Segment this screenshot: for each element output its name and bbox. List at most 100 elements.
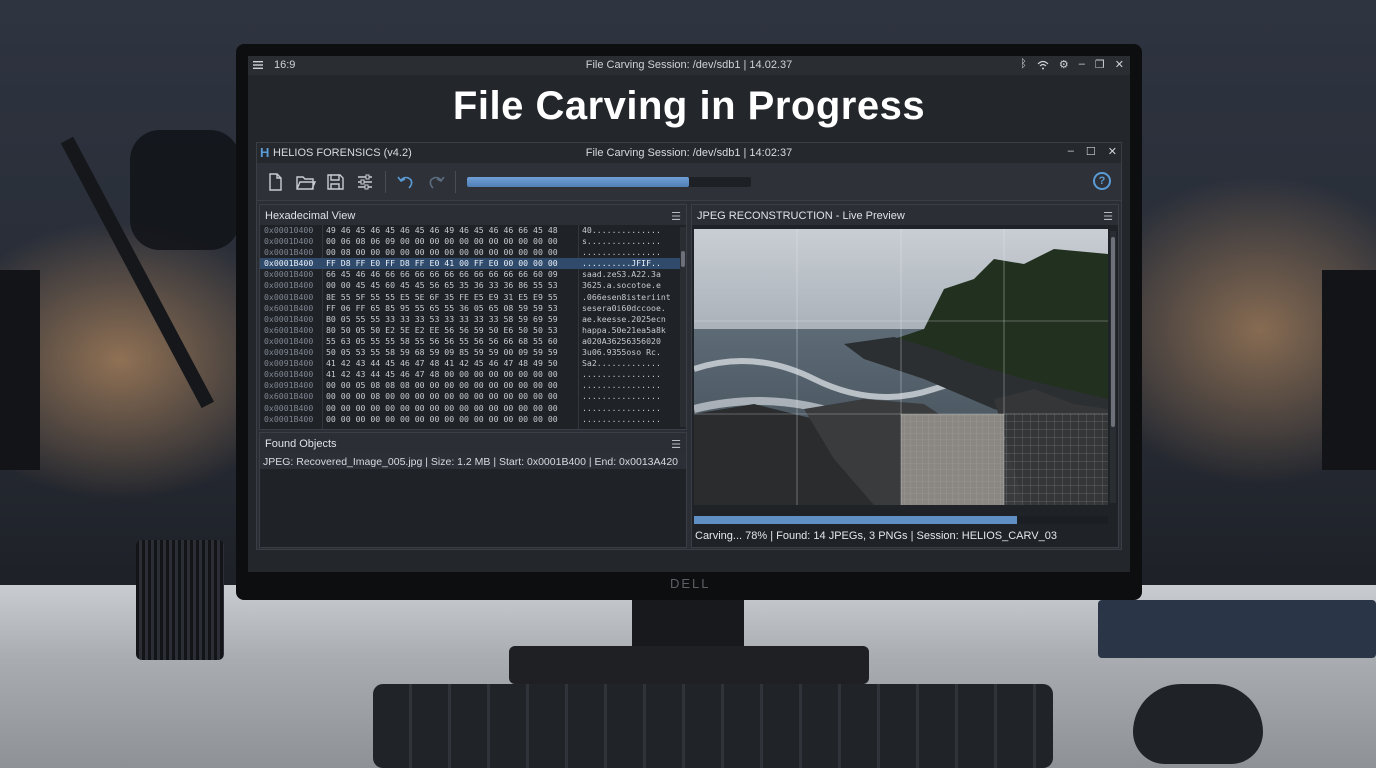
hex-ascii: a020A36256356020 <box>582 335 661 346</box>
minimize-icon[interactable]: – <box>1068 145 1074 158</box>
settings-sliders-icon[interactable] <box>354 171 376 193</box>
hex-ascii: Sa2............. <box>582 358 661 369</box>
wifi-icon[interactable] <box>1037 58 1049 72</box>
hex-offset: 0x6001B400 <box>264 302 314 313</box>
preview-progress-bar <box>694 516 1108 524</box>
carving-status-text: Carving... 78% | Found: 14 JPEGs, 3 PNGs… <box>695 530 1057 542</box>
settings-icon[interactable]: ⚙ <box>1059 58 1069 72</box>
desk-lamp-head <box>130 130 240 250</box>
keyboard <box>373 684 1053 768</box>
hex-ascii: s............... <box>582 236 661 247</box>
jpeg-preview-header: JPEG RECONSTRUCTION - Live Preview ☰ <box>692 205 1118 225</box>
toolbar-separator <box>455 171 456 193</box>
close-icon[interactable]: ✕ <box>1108 145 1117 158</box>
hex-bytes: 8E 55 5F 55 55 E5 5E 6F 35 FE E5 E9 31 E… <box>326 291 558 302</box>
hex-offset: 0x0001B400 <box>264 280 314 291</box>
os-window-title: File Carving Session: /dev/sdb1 | 14.02.… <box>585 59 793 71</box>
help-icon[interactable]: ? <box>1093 172 1111 190</box>
hex-row[interactable]: 0x00010400 49 46 45 46 45 46 45 46 49 46 … <box>260 225 686 236</box>
hex-row[interactable]: 0x0001D400 00 06 08 06 09 00 00 00 00 00 … <box>260 236 686 247</box>
hex-bytes: 49 46 45 46 45 46 45 46 49 46 45 46 46 6… <box>326 225 558 235</box>
hex-bytes: B0 05 55 55 33 33 33 53 33 33 33 33 58 5… <box>326 313 558 324</box>
pen-cup <box>136 540 224 660</box>
hex-bytes: FF D8 FF E0 FF D8 FF E0 41 00 FF E0 00 0… <box>326 258 558 269</box>
save-icon[interactable] <box>324 171 346 193</box>
panel-menu-icon[interactable]: ☰ <box>671 438 681 451</box>
hex-row[interactable]: 0x6001B400 80 50 05 50 E2 5E E2 EE 56 56 … <box>260 325 686 336</box>
carving-progress-bar <box>467 177 751 187</box>
hex-offset: 0x0091B400 <box>264 347 314 358</box>
hex-bytes: 00 00 45 45 60 45 45 56 65 35 36 33 36 8… <box>326 280 558 291</box>
app-session-title: File Carving Session: /dev/sdb1 | 14:02:… <box>585 147 793 159</box>
hex-row[interactable]: 0x0001B400 55 63 05 55 55 58 55 56 56 55 … <box>260 336 686 347</box>
hex-offset: 0x0091B400 <box>264 358 314 369</box>
preview-progress-fill <box>694 516 1017 524</box>
panel-menu-icon[interactable]: ☰ <box>1103 210 1113 223</box>
hex-offset: 0x6001B400 <box>264 369 314 380</box>
hex-ascii: happa.50e21ea5a8k <box>582 324 666 335</box>
hex-offset: 0x0001B400 <box>264 291 314 302</box>
panel-menu-icon[interactable]: ☰ <box>671 210 681 223</box>
hex-row[interactable]: 0x0091B400 00 00 05 08 08 08 00 00 00 00 … <box>260 380 686 391</box>
window-controls: – ☐ ✕ <box>1068 145 1117 158</box>
hex-ascii: ................ <box>582 369 661 380</box>
hex-offset: 0x0001B400 <box>264 313 314 324</box>
close-icon[interactable]: ✕ <box>1115 58 1124 72</box>
hex-bytes: 00 00 00 08 00 00 00 00 00 00 00 00 00 0… <box>326 391 558 402</box>
hex-ascii: ................ <box>582 413 661 424</box>
hex-row[interactable]: 0x0091B400 41 42 43 44 45 46 47 48 41 42 … <box>260 358 686 369</box>
hex-row[interactable]: 0x0001B400 66 45 46 46 66 66 66 66 66 66 … <box>260 269 686 280</box>
hex-ascii: ae.keesse.2025ecn <box>582 313 666 324</box>
hex-row[interactable]: 0x0001B400 00 08 00 00 00 00 00 00 00 00 … <box>260 247 686 258</box>
hex-bytes: 50 05 53 55 58 59 68 59 09 85 59 59 00 0… <box>326 347 558 358</box>
preview-scrollbar-thumb[interactable] <box>1111 237 1115 427</box>
hex-row[interactable]: 0x0001B400 00 00 45 45 60 45 45 56 65 35 … <box>260 280 686 291</box>
hex-bytes: FF 06 FF 65 85 95 55 65 55 36 05 65 08 5… <box>326 302 558 313</box>
preview-scrollbar[interactable] <box>1110 231 1116 503</box>
hex-row[interactable]: 0x0001B400 B0 05 55 55 33 33 33 53 33 33 … <box>260 314 686 325</box>
hex-bytes: 00 00 00 00 00 00 00 00 00 00 00 00 00 0… <box>326 413 558 424</box>
forensics-app-window: H HELIOS FORENSICS (v4.2) File Carving S… <box>256 142 1122 550</box>
hex-ascii: .066esen8isteriint <box>582 291 671 302</box>
hex-ascii: ................ <box>582 402 661 413</box>
hex-row[interactable]: 0x0001B400 8E 55 5F 55 55 E5 5E 6F 35 FE … <box>260 292 686 303</box>
reconstructed-image-preview <box>694 229 1108 505</box>
open-folder-icon[interactable] <box>294 171 316 193</box>
hex-row[interactable]: 0x6001B400 41 42 43 44 45 46 47 48 00 00 … <box>260 369 686 380</box>
hex-row[interactable]: 0x6001B400 00 00 00 08 00 00 00 00 00 00 … <box>260 391 686 402</box>
hex-bytes: 66 45 46 46 66 66 66 66 66 66 66 66 66 6… <box>326 269 558 280</box>
hex-row[interactable]: 0x0091B400 50 05 53 55 58 59 68 59 09 85 … <box>260 347 686 358</box>
new-file-icon[interactable] <box>264 171 286 193</box>
bluetooth-icon[interactable]: ᛒ <box>1020 58 1027 72</box>
restore-icon[interactable]: ❐ <box>1095 58 1105 72</box>
app-title-bar: H HELIOS FORENSICS (v4.2) File Carving S… <box>257 143 1121 163</box>
headline: File Carving in Progress <box>452 84 926 128</box>
list-item[interactable]: JPEG: Recovered_Image_005.jpg | Size: 1.… <box>260 453 686 469</box>
system-tray: ᛒ ⚙ – ❐ ✕ <box>1020 58 1124 72</box>
hex-ascii: ................ <box>582 391 661 402</box>
hex-ascii: 3u06.9355oso Rc. <box>582 347 661 358</box>
hex-ascii: 40.............. <box>582 225 661 235</box>
hex-offset: 0x0001B400 <box>264 258 314 269</box>
hex-view-panel: Hexadecimal View ☰ 0x00010400 49 46 45 46… <box>259 204 687 430</box>
toolbar-separator <box>385 171 386 193</box>
hex-bytes: 00 00 05 08 08 08 00 00 00 00 00 00 00 0… <box>326 380 558 391</box>
hex-offset: 0x6001B400 <box>264 391 314 402</box>
screen: 16:9 File Carving Session: /dev/sdb1 | 1… <box>248 56 1130 572</box>
minimize-icon[interactable]: – <box>1079 58 1085 72</box>
hex-bytes: 00 08 00 00 00 00 00 00 00 00 00 00 00 0… <box>326 247 558 258</box>
hex-dump[interactable]: 0x00010400 49 46 45 46 45 46 45 46 49 46 … <box>260 225 686 429</box>
hex-row[interactable]: 0x0001B400 FF D8 FF E0 FF D8 FF E0 41 00 … <box>260 258 686 270</box>
hex-row[interactable]: 0x0001B400 00 00 00 00 00 00 00 00 00 00 … <box>260 403 686 414</box>
undo-icon[interactable] <box>395 171 417 193</box>
hex-row[interactable]: 0x6001B400 FF 06 FF 65 85 95 55 65 55 36 … <box>260 303 686 314</box>
hex-scrollbar-thumb[interactable] <box>681 251 685 267</box>
hex-offset: 0x00010400 <box>264 225 314 235</box>
redo-icon[interactable] <box>425 171 447 193</box>
maximize-icon[interactable]: ☐ <box>1086 145 1096 158</box>
hex-row[interactable]: 0x0001B400 00 00 00 00 00 00 00 00 00 00 … <box>260 414 686 425</box>
hex-offset: 0x0001B400 <box>264 247 314 258</box>
hex-offset: 0x0001B400 <box>264 269 314 280</box>
hex-ascii: ..........JFIF.. <box>582 258 661 269</box>
hex-scrollbar[interactable] <box>680 227 686 427</box>
